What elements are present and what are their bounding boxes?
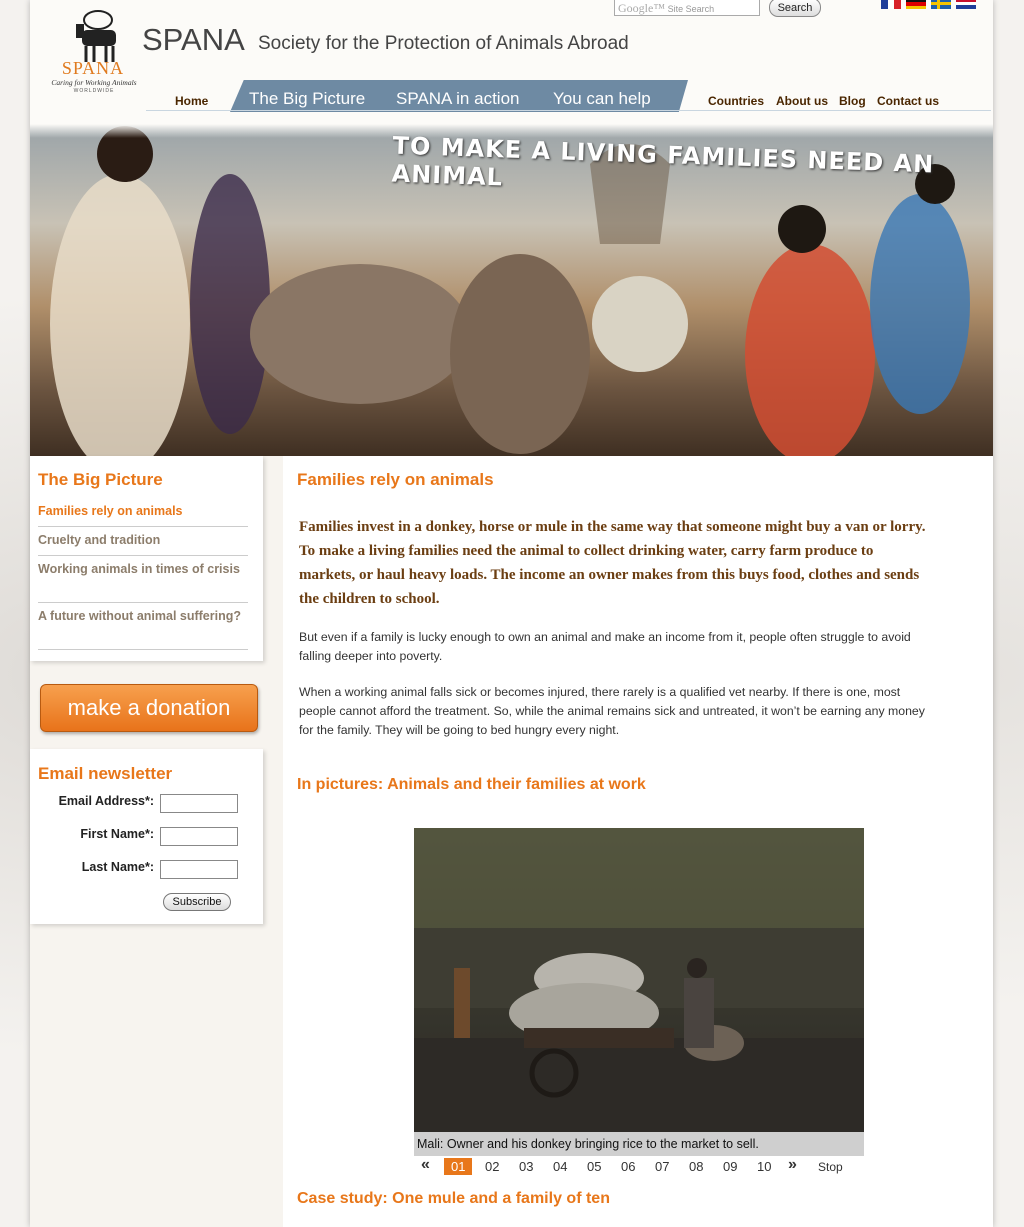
nav-spana-in-action[interactable]: SPANA in action (396, 89, 519, 109)
slide-page-01[interactable]: 01 (444, 1158, 473, 1175)
logo-wordmark: SPANA (61, 58, 125, 78)
last-name-field[interactable] (160, 860, 238, 879)
donkey-logo-icon (76, 10, 116, 62)
slide-page-04[interactable]: 04 (553, 1159, 567, 1174)
first-name-label: First Name*: (80, 827, 154, 841)
page-container: SPANA Caring for Working Animals WORLDWI… (30, 0, 993, 1227)
sidebar-item-future-without-suffering[interactable]: A future without animal suffering? (38, 607, 248, 650)
nav-the-big-picture[interactable]: The Big Picture (249, 89, 365, 109)
brand-name: SPANA (142, 22, 245, 57)
nav-divider (146, 110, 991, 111)
nav-contact-us[interactable]: Contact us (877, 94, 939, 108)
slide-page-02[interactable]: 02 (485, 1159, 499, 1174)
body-paragraph-1: But even if a family is lucky enough to … (299, 630, 911, 663)
lead-paragraph: Families invest in a donkey, horse or mu… (299, 519, 926, 607)
page-title: Families rely on animals (297, 470, 494, 489)
sidebar-item-cruelty-and-tradition[interactable]: Cruelty and tradition (38, 531, 248, 556)
first-name-field[interactable] (160, 827, 238, 846)
german-flag-icon[interactable] (906, 0, 926, 9)
body-paragraph-2: When a working animal falls sick or beco… (299, 685, 925, 737)
slideshow-prev-button[interactable]: « (421, 1156, 430, 1174)
slideshow-photo-illustration (414, 828, 864, 1132)
dutch-flag-icon[interactable] (956, 0, 976, 9)
email-field[interactable] (160, 794, 238, 813)
logo-tagline: Caring for Working Animals (51, 78, 137, 87)
sidebar-item-working-animals-crisis[interactable]: Working animals in times of crisis (38, 560, 248, 603)
slide-page-07[interactable]: 07 (655, 1159, 669, 1174)
case-study-heading: Case study: One mule and a family of ten (297, 1190, 610, 1207)
nav-about-us[interactable]: About us (776, 94, 828, 108)
slide-page-06[interactable]: 06 (621, 1159, 635, 1174)
slideshow-image[interactable] (414, 828, 864, 1132)
google-label: Google™ (618, 1, 666, 15)
nav-you-can-help[interactable]: You can help (553, 89, 651, 109)
pictures-heading: In pictures: Animals and their families … (297, 776, 646, 793)
subscribe-button[interactable]: Subscribe (163, 893, 231, 911)
slide-page-03[interactable]: 03 (519, 1159, 533, 1174)
nav-countries[interactable]: Countries (708, 94, 764, 108)
logo-tagline-worldwide: WORLDWIDE (73, 88, 115, 94)
slideshow-next-button[interactable]: » (788, 1156, 797, 1174)
search-placeholder: Site Search (667, 4, 715, 14)
newsletter-title: Email newsletter (38, 764, 173, 783)
nav-blog[interactable]: Blog (839, 94, 866, 108)
sidebar-item-families-rely-on-animals[interactable]: Families rely on animals (38, 502, 248, 527)
swedish-flag-icon[interactable] (931, 0, 951, 9)
slide-page-08[interactable]: 08 (689, 1159, 703, 1174)
brand-full-name: Society for the Protection of Animals Ab… (258, 33, 629, 54)
nav-home[interactable]: Home (175, 94, 208, 108)
last-name-label: Last Name*: (81, 860, 154, 874)
slide-page-05[interactable]: 05 (587, 1159, 601, 1174)
sidebar-title: The Big Picture (38, 470, 163, 489)
slide-page-10[interactable]: 10 (757, 1159, 771, 1174)
slide-page-09[interactable]: 09 (723, 1159, 737, 1174)
search-input[interactable]: Google™ Site Search (614, 0, 760, 16)
email-label: Email Address*: (58, 794, 154, 808)
slideshow-stop-button[interactable]: Stop (818, 1160, 843, 1174)
make-donation-button[interactable]: make a donation (40, 684, 258, 732)
search-button[interactable]: Search (769, 0, 821, 17)
slideshow-caption: Mali: Owner and his donkey bringing rice… (417, 1137, 759, 1151)
french-flag-icon[interactable] (881, 0, 901, 9)
